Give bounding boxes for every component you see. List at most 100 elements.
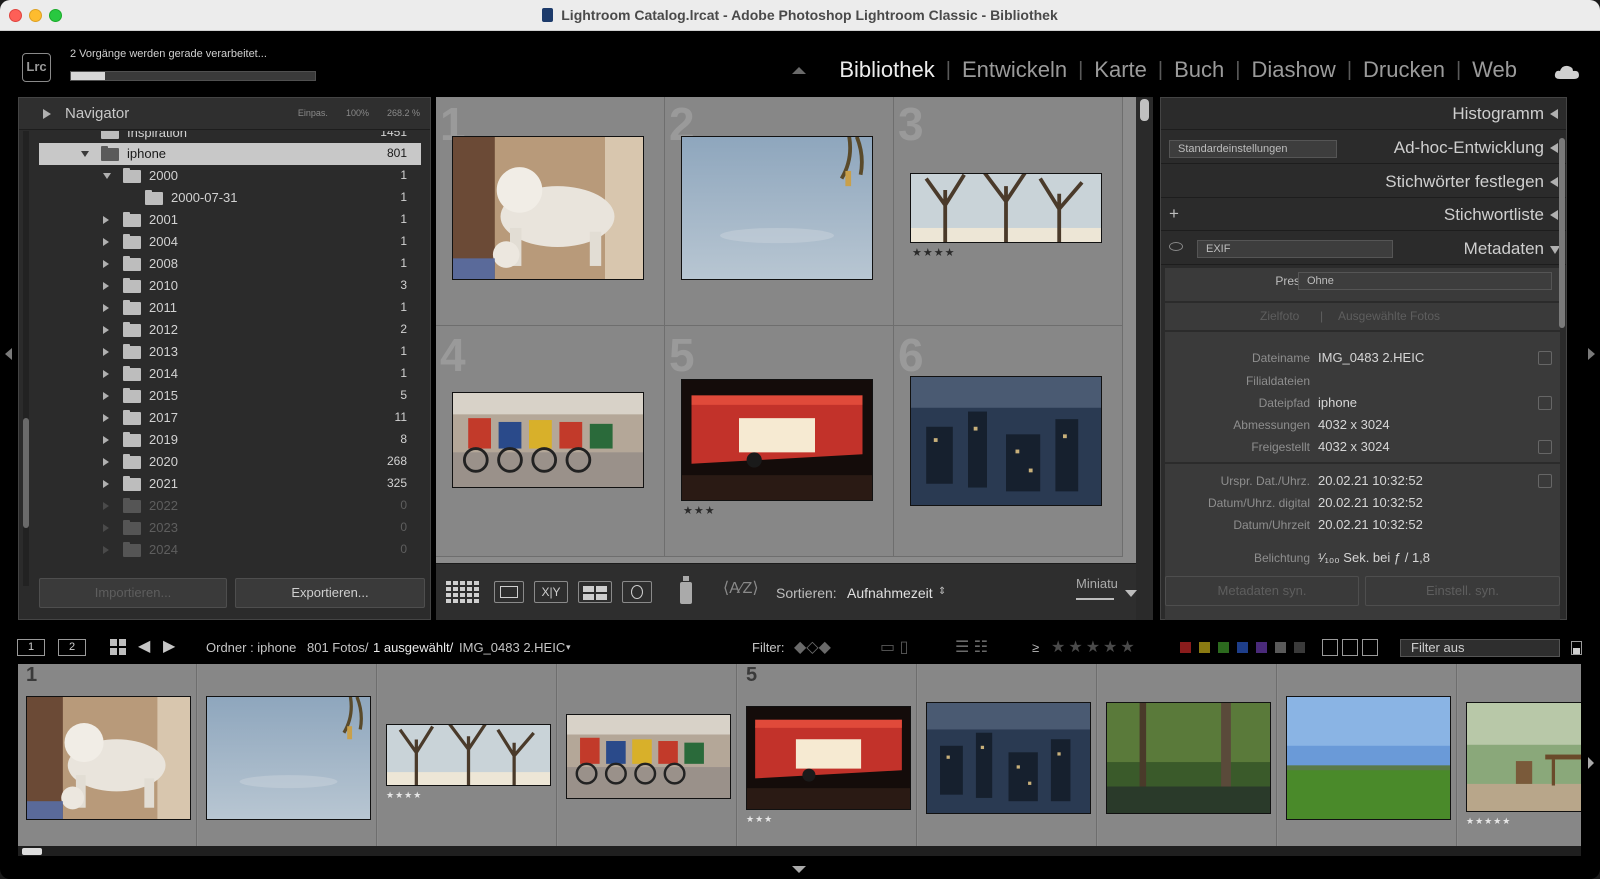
star-rating[interactable]: ★★★★ bbox=[912, 246, 955, 259]
folder-row[interactable]: Inspiration 1451 bbox=[39, 131, 421, 143]
processing-progress-bar[interactable] bbox=[70, 71, 316, 81]
right-panel-scroll-thumb[interactable] bbox=[1559, 138, 1565, 328]
filter-view-icon[interactable] bbox=[1322, 639, 1338, 656]
filename-chevron-icon[interactable]: ▾ bbox=[566, 642, 571, 653]
folder-row[interactable]: 2012 2 bbox=[39, 319, 421, 341]
grid-cell[interactable]: 1 bbox=[436, 97, 665, 326]
disclosure-closed-icon[interactable] bbox=[103, 370, 109, 378]
back-arrow-icon[interactable]: ◀ bbox=[138, 636, 150, 656]
metadata-action-icon[interactable] bbox=[1538, 440, 1552, 454]
star-rating[interactable]: ★★★ bbox=[683, 504, 716, 517]
star-rating[interactable]: ★★★ bbox=[746, 814, 773, 825]
folder-row[interactable]: 2004 1 bbox=[39, 231, 421, 253]
grid-view-icon[interactable] bbox=[110, 639, 126, 655]
filmstrip-thumbnail[interactable] bbox=[1466, 695, 1581, 819]
filmstrip-thumbnail[interactable] bbox=[566, 695, 731, 818]
compare-view-icon[interactable]: X|Y bbox=[534, 581, 568, 603]
survey-view-icon[interactable] bbox=[578, 581, 612, 603]
folder-row[interactable]: 2013 1 bbox=[39, 341, 421, 363]
histogram-header[interactable]: Histogramm bbox=[1161, 98, 1566, 130]
forward-arrow-icon[interactable]: ▶ bbox=[163, 636, 175, 656]
zoom-fit-option[interactable]: Einpas. bbox=[298, 108, 328, 118]
module-web[interactable]: Web bbox=[1461, 57, 1528, 83]
primary-window-button[interactable]: 1 bbox=[17, 639, 45, 656]
processing-status[interactable]: 2 Vorgänge werden gerade verarbeitet... bbox=[70, 48, 267, 60]
sync-metadata-button[interactable]: Metadaten syn. bbox=[1165, 576, 1359, 606]
photo-thumbnail[interactable] bbox=[452, 368, 644, 512]
disclosure-closed-icon[interactable] bbox=[103, 546, 109, 554]
folder-row[interactable]: 2000-07-31 1 bbox=[39, 187, 421, 209]
collapse-triangle-icon[interactable] bbox=[1550, 210, 1558, 220]
filmstrip-cell[interactable]: ★★★★★ bbox=[1458, 664, 1581, 846]
color-label-swatch[interactable] bbox=[1256, 642, 1267, 653]
photo-thumbnail[interactable] bbox=[910, 136, 1102, 280]
disclosure-closed-icon[interactable] bbox=[103, 304, 109, 312]
folder-row[interactable]: 2010 3 bbox=[39, 275, 421, 297]
module-drucken[interactable]: Drucken bbox=[1352, 57, 1456, 83]
grid-cell[interactable]: 3 ★★★★ bbox=[894, 97, 1123, 326]
filmstrip-thumbnail[interactable] bbox=[926, 696, 1091, 820]
flag-filter-icons[interactable]: ◆◇◆ bbox=[794, 637, 831, 657]
disclosure-closed-icon[interactable] bbox=[103, 502, 109, 510]
filmstrip-cell[interactable] bbox=[1098, 664, 1277, 846]
photo-thumbnail[interactable] bbox=[910, 369, 1102, 513]
module-diashow[interactable]: Diashow bbox=[1240, 57, 1346, 83]
folder-row[interactable]: 2000 1 bbox=[39, 165, 421, 187]
target-photo-toggle[interactable]: Zielfoto bbox=[1260, 309, 1299, 323]
color-label-swatch[interactable] bbox=[1218, 642, 1229, 653]
folder-row[interactable]: 2014 1 bbox=[39, 363, 421, 385]
cloud-icon[interactable] bbox=[1554, 65, 1580, 79]
disclosure-closed-icon[interactable] bbox=[103, 282, 109, 290]
quick-develop-preset-select[interactable]: Standardeinstellungen bbox=[1169, 140, 1337, 158]
toolbar-menu-chevron-icon[interactable] bbox=[1125, 590, 1137, 597]
grid-scrollbar[interactable] bbox=[1136, 97, 1153, 620]
folder-row[interactable]: 2008 1 bbox=[39, 253, 421, 275]
folder-row[interactable]: iphone 801 bbox=[39, 143, 421, 165]
disclosure-closed-icon[interactable] bbox=[103, 260, 109, 268]
folder-row[interactable]: 2020 268 bbox=[39, 451, 421, 473]
spray-can-icon[interactable] bbox=[680, 576, 692, 604]
filmstrip-thumbnail[interactable] bbox=[206, 696, 371, 820]
metadata-action-icon[interactable] bbox=[1538, 351, 1552, 365]
sort-select-arrows-icon[interactable]: ⇕ bbox=[938, 586, 946, 597]
rating-operator[interactable]: ≥ bbox=[1032, 640, 1039, 655]
filmstrip-cell[interactable]: 1 bbox=[18, 664, 197, 846]
grid-scroll-thumb[interactable] bbox=[1140, 99, 1149, 121]
filmstrip-scroll-thumb[interactable] bbox=[22, 848, 42, 855]
disclosure-closed-icon[interactable] bbox=[103, 458, 109, 466]
navigator-header[interactable]: Navigator Einpas. 100% 268.2 % bbox=[19, 98, 430, 130]
filter-preset-select[interactable]: Filter aus bbox=[1400, 639, 1560, 657]
filmstrip-thumbnail[interactable] bbox=[1286, 696, 1451, 820]
grid-cell[interactable]: 6 bbox=[894, 326, 1123, 557]
filmstrip-thumbnail[interactable] bbox=[26, 696, 191, 820]
expand-triangle-icon[interactable] bbox=[43, 109, 51, 119]
module-karte[interactable]: Karte bbox=[1083, 57, 1158, 83]
sort-direction-icon[interactable]: ⟨A⁄Z⟩ bbox=[723, 578, 759, 598]
folder-row[interactable]: 2019 8 bbox=[39, 429, 421, 451]
filmstrip-cell[interactable] bbox=[1278, 664, 1457, 846]
folder-row[interactable]: 2024 0 bbox=[39, 539, 421, 561]
filmstrip-scrollbar[interactable] bbox=[18, 846, 1581, 856]
edit-filter-icons[interactable]: ▭ ▯ bbox=[880, 637, 908, 657]
disclosure-closed-icon[interactable] bbox=[103, 436, 109, 444]
develop-filter-icons[interactable]: ☰ ☷ bbox=[955, 637, 988, 657]
folder-row[interactable]: 2017 11 bbox=[39, 407, 421, 429]
sort-select[interactable]: Aufnahmezeit bbox=[847, 585, 933, 601]
disclosure-closed-icon[interactable] bbox=[103, 238, 109, 246]
right-panel-toggle-icon[interactable] bbox=[1588, 348, 1595, 360]
filmstrip-cell[interactable] bbox=[918, 664, 1097, 846]
folder-row[interactable]: 2011 1 bbox=[39, 297, 421, 319]
disclosure-closed-icon[interactable] bbox=[103, 480, 109, 488]
color-label-swatch[interactable] bbox=[1275, 642, 1286, 653]
module-entwickeln[interactable]: Entwickeln bbox=[951, 57, 1078, 83]
color-label-swatch[interactable] bbox=[1180, 642, 1191, 653]
folder-row[interactable]: 2023 0 bbox=[39, 517, 421, 539]
metadata-action-icon[interactable] bbox=[1538, 474, 1552, 488]
metadata-view-select[interactable]: EXIF bbox=[1197, 240, 1393, 258]
filmstrip-thumbnail[interactable] bbox=[746, 696, 911, 820]
disclosure-closed-icon[interactable] bbox=[103, 348, 109, 356]
filmstrip-cell[interactable] bbox=[198, 664, 377, 846]
filmstrip-next-icon[interactable] bbox=[1588, 757, 1594, 769]
zoom-100-option[interactable]: 100% bbox=[346, 108, 369, 118]
bottom-panel-toggle-icon[interactable] bbox=[792, 866, 806, 873]
